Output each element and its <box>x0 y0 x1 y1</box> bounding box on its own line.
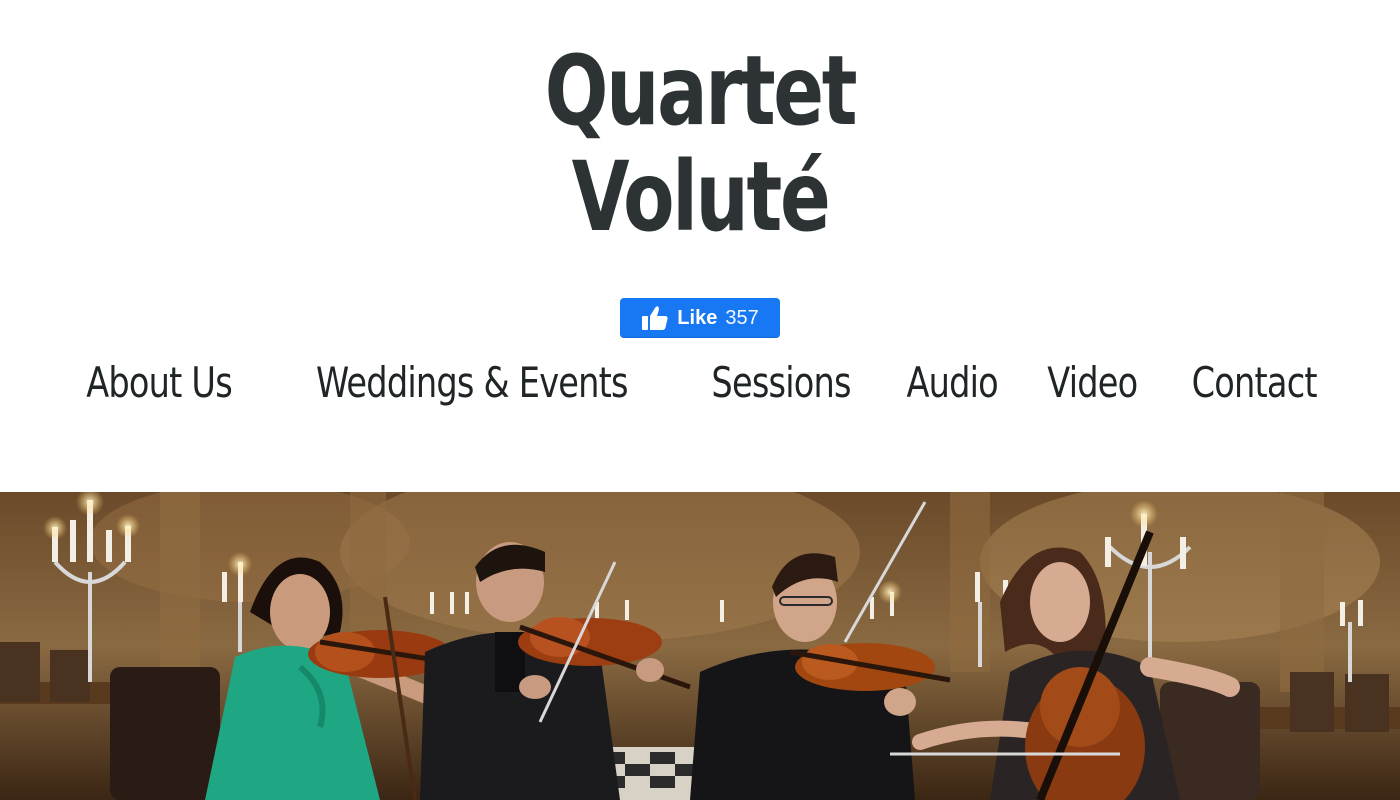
nav-item-weddings-events[interactable]: Weddings & Events <box>316 356 629 410</box>
facebook-like-button[interactable]: Like 357 <box>620 298 780 338</box>
string-quartet-photo <box>0 492 1400 800</box>
nav-item-about-us[interactable]: About Us <box>86 356 233 410</box>
thumbs-up-icon <box>642 306 668 330</box>
site-title-line-2: Voluté <box>571 141 831 253</box>
nav-item-audio[interactable]: Audio <box>906 356 998 410</box>
main-navigation: About Us Weddings & Events Sessions Audi… <box>0 356 1400 410</box>
facebook-like-count: 357 <box>725 306 759 329</box>
nav-item-sessions[interactable]: Sessions <box>711 356 851 410</box>
site-title[interactable]: Quartet Voluté <box>154 38 1246 250</box>
nav-item-contact[interactable]: Contact <box>1191 356 1317 410</box>
nav-item-video[interactable]: Video <box>1047 356 1138 410</box>
facebook-like-label: Like <box>677 306 718 329</box>
site-title-line-1: Quartet <box>544 35 858 147</box>
hero-image <box>0 492 1400 800</box>
